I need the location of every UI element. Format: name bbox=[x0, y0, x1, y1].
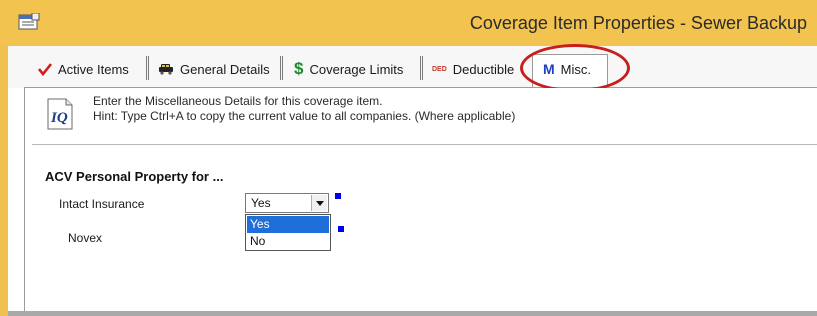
hint-text: Enter the Miscellaneous Details for this… bbox=[93, 94, 515, 124]
tab-label-general-details: General Details bbox=[180, 61, 270, 77]
ded-icon: DED bbox=[432, 65, 447, 73]
window-bottom-edge bbox=[8, 311, 817, 316]
dropdown-option-no[interactable]: No bbox=[247, 233, 329, 250]
title-bar[interactable]: Coverage Item Properties - Sewer Backup bbox=[0, 0, 817, 46]
checkmark-icon bbox=[38, 63, 52, 76]
red-callout-ellipse bbox=[520, 44, 630, 92]
section-heading: ACV Personal Property for ... bbox=[45, 169, 224, 184]
tab-separator bbox=[280, 56, 283, 80]
tab-strip bbox=[8, 46, 817, 88]
tab-separator bbox=[420, 56, 423, 80]
hint-line-1: Enter the Miscellaneous Details for this… bbox=[93, 94, 383, 108]
car-icon bbox=[159, 64, 173, 75]
hint-line-2: Hint: Type Ctrl+A to copy the current va… bbox=[93, 109, 516, 123]
window-title: Coverage Item Properties - Sewer Backup bbox=[469, 13, 807, 33]
dropdown-list: Yes No bbox=[245, 214, 331, 251]
tab-label-coverage-limits: Coverage Limits bbox=[309, 61, 404, 77]
select-value: Yes bbox=[251, 196, 271, 210]
tab-active-items[interactable]: Active Items bbox=[38, 56, 129, 82]
iq-info-icon: IQ bbox=[47, 98, 73, 130]
required-marker bbox=[338, 226, 344, 232]
tab-deductible[interactable]: DED Deductible bbox=[432, 56, 514, 82]
tab-label-active-items: Active Items bbox=[58, 61, 129, 77]
iq-icon-text: IQ bbox=[50, 110, 68, 126]
section-divider bbox=[32, 144, 817, 146]
dropdown-option-yes[interactable]: Yes bbox=[247, 216, 329, 233]
label-intact-insurance: Intact Insurance bbox=[59, 197, 145, 211]
tab-general-details[interactable]: General Details bbox=[158, 56, 270, 82]
label-novex: Novex bbox=[68, 231, 103, 245]
chevron-down-icon[interactable] bbox=[311, 195, 327, 211]
intact-insurance-select[interactable]: Yes bbox=[245, 193, 329, 213]
window: Coverage Item Properties - Sewer Backup … bbox=[0, 0, 817, 316]
properties-grid-icon[interactable] bbox=[18, 13, 40, 31]
tab-coverage-limits[interactable]: $ Coverage Limits bbox=[294, 56, 403, 82]
required-marker bbox=[335, 193, 341, 199]
dollar-icon: $ bbox=[294, 59, 304, 78]
tab-separator bbox=[146, 56, 149, 80]
tab-label-deductible: Deductible bbox=[452, 61, 515, 77]
